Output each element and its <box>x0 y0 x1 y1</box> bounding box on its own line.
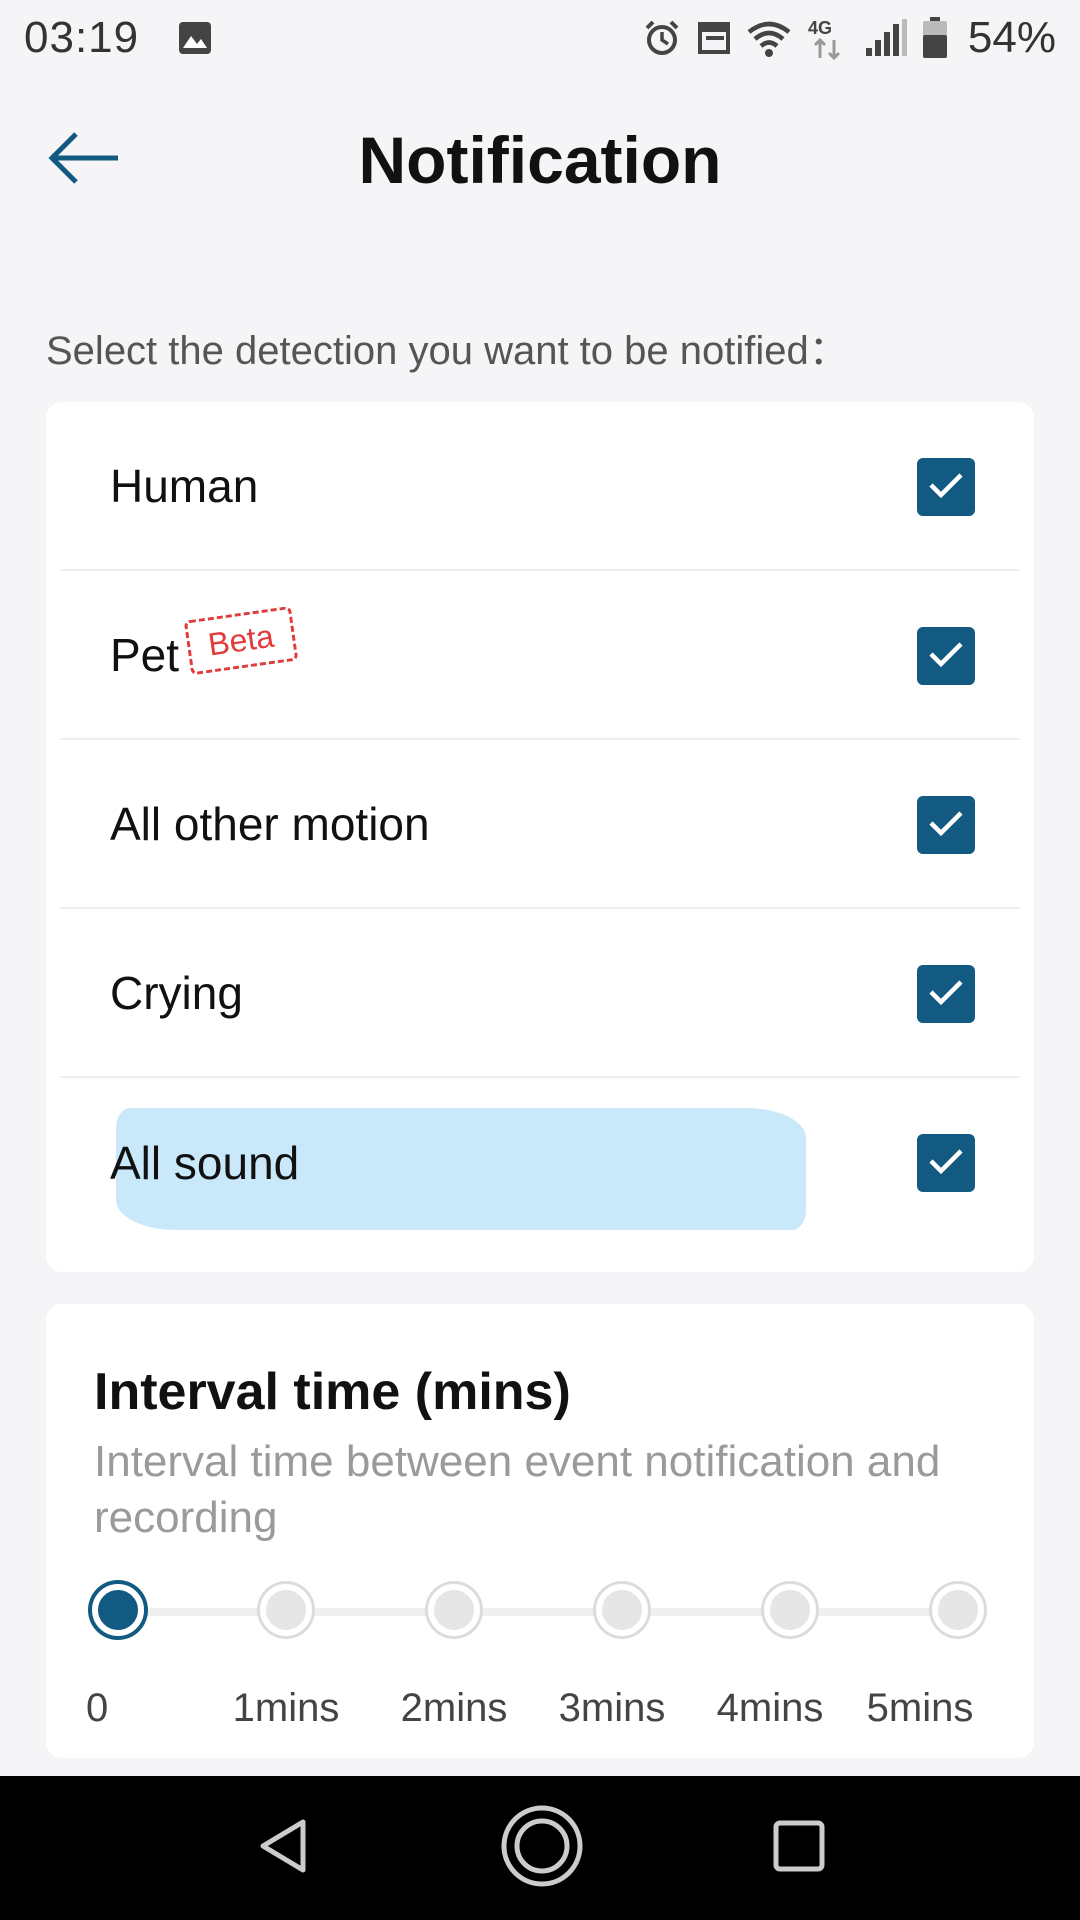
interval-option-1[interactable] <box>260 1584 312 1636</box>
detection-row-pet[interactable]: Pet Beta <box>60 571 1020 740</box>
detection-row-all-sound[interactable]: All sound <box>60 1078 1020 1247</box>
check-icon <box>927 639 965 674</box>
status-time: 03:19 <box>24 13 140 62</box>
interval-option-0[interactable] <box>92 1584 144 1636</box>
svg-text:4G: 4G <box>808 18 832 38</box>
detection-row-human[interactable]: Human <box>60 402 1020 571</box>
detection-prompt: Select the detection you want to be noti… <box>46 329 849 373</box>
check-icon <box>927 808 965 843</box>
data-arrows-icon: 4G <box>806 16 850 60</box>
system-nav-bar <box>0 1776 1080 1920</box>
interval-option-5[interactable] <box>932 1584 984 1636</box>
human-checkbox[interactable] <box>917 458 975 516</box>
interval-label-3: 3mins <box>558 1686 666 1730</box>
detection-label: Pet <box>110 628 180 681</box>
cast-icon <box>696 20 732 56</box>
nav-home-icon <box>499 1803 585 1894</box>
other-motion-checkbox[interactable] <box>917 796 975 854</box>
detection-label: Human <box>110 459 259 512</box>
page-title: Notification <box>358 123 722 197</box>
interval-label-1: 1mins <box>232 1686 340 1730</box>
interval-label-0: 0 <box>86 1686 109 1730</box>
interval-title: Interval time (mins) <box>94 1363 571 1421</box>
back-button[interactable] <box>44 122 124 198</box>
nav-recents-icon <box>771 1818 827 1879</box>
beta-badge: Beta <box>183 605 299 676</box>
signal-icon <box>864 18 908 58</box>
wifi-icon <box>746 18 792 58</box>
nav-home-button[interactable] <box>499 1803 585 1894</box>
interval-label-2: 2mins <box>400 1686 508 1730</box>
interval-subtitle: Interval time between event notification… <box>94 1437 941 1542</box>
battery-percent: 54% <box>967 13 1056 62</box>
interval-card: Interval time (mins) Interval time betwe… <box>46 1304 1034 1758</box>
interval-label-5: 5mins <box>866 1686 974 1730</box>
battery-icon <box>922 17 948 59</box>
status-bar: 03:19 4G 54% <box>0 0 1080 76</box>
interval-option-2[interactable] <box>428 1584 480 1636</box>
page-header: Notification <box>0 100 1080 220</box>
detection-label: All other motion <box>110 797 430 850</box>
nav-back-icon <box>253 1816 313 1881</box>
alarm-icon <box>642 18 682 58</box>
detection-label: Crying <box>110 966 243 1019</box>
arrow-left-icon <box>48 128 120 193</box>
check-icon <box>927 1146 965 1181</box>
pet-checkbox[interactable] <box>917 627 975 685</box>
detection-row-crying[interactable]: Crying <box>60 909 1020 1078</box>
detection-row-other-motion[interactable]: All other motion <box>60 740 1020 909</box>
all-sound-checkbox[interactable] <box>917 1134 975 1192</box>
image-icon <box>177 20 213 56</box>
crying-checkbox[interactable] <box>917 965 975 1023</box>
nav-recents-button[interactable] <box>771 1818 827 1879</box>
interval-slider-track[interactable] <box>118 1608 958 1616</box>
detection-label: All sound <box>110 1136 300 1189</box>
interval-option-4[interactable] <box>764 1584 816 1636</box>
check-icon <box>927 977 965 1012</box>
nav-back-button[interactable] <box>253 1816 313 1881</box>
interval-option-3[interactable] <box>596 1584 648 1636</box>
interval-label-4: 4mins <box>716 1686 824 1730</box>
check-icon <box>927 470 965 505</box>
detection-card: Human Pet Beta All other motion Crying A… <box>46 402 1034 1272</box>
